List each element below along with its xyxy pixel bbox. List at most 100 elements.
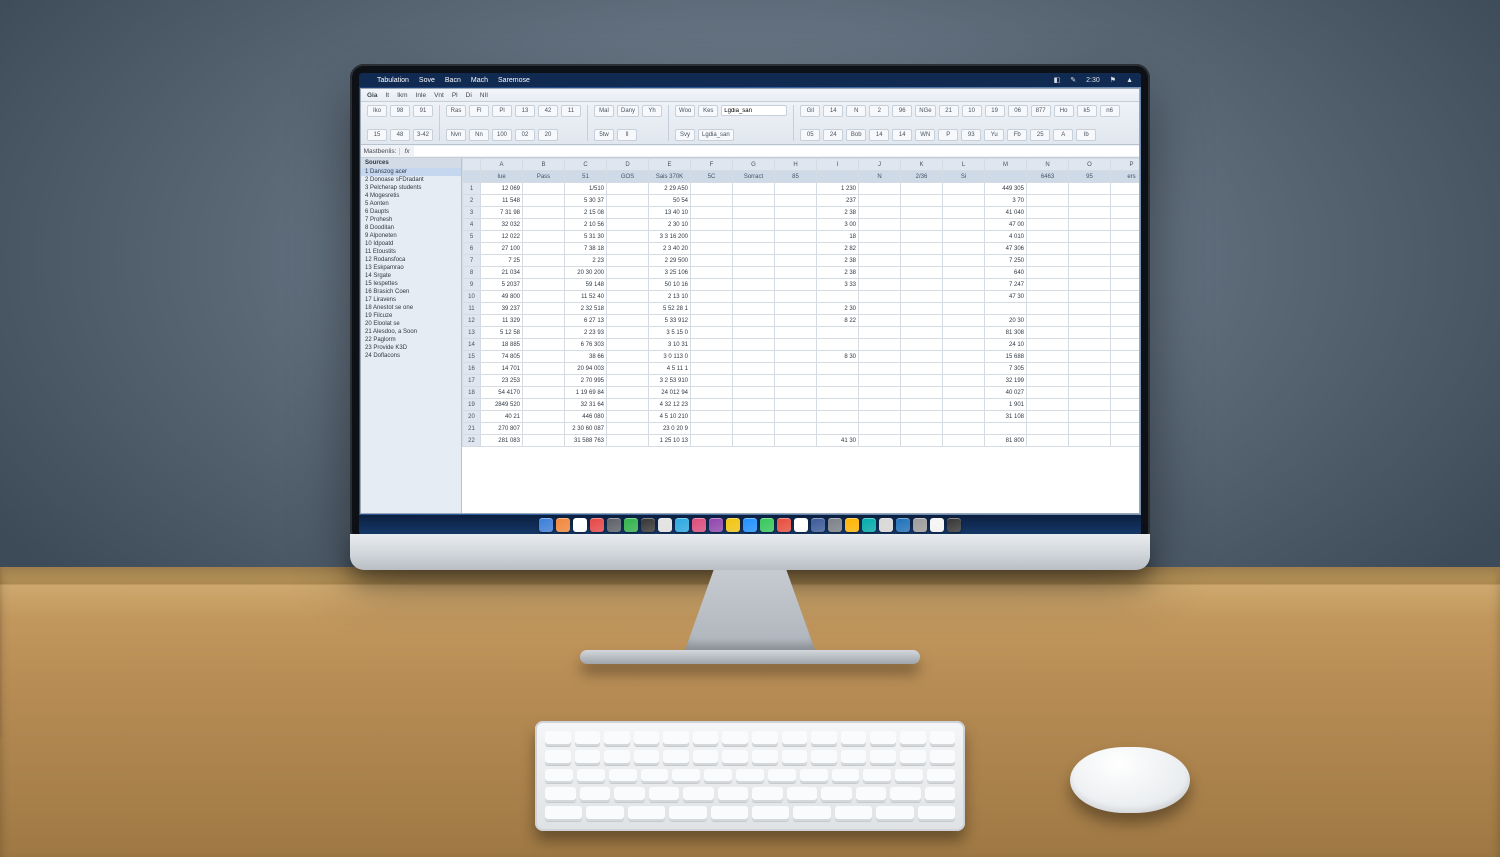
cell[interactable] — [1069, 327, 1111, 339]
ribbon-button[interactable]: Il — [617, 129, 637, 141]
cell[interactable] — [1069, 423, 1111, 435]
row-header[interactable]: 13 — [463, 327, 481, 339]
cell[interactable] — [607, 387, 649, 399]
navigator-item[interactable]: 7 Prohesh — [361, 216, 461, 224]
cell[interactable] — [943, 267, 985, 279]
cell[interactable]: 31 588 763 — [565, 435, 607, 447]
cell[interactable] — [859, 387, 901, 399]
cell[interactable] — [775, 339, 817, 351]
cell[interactable] — [523, 399, 565, 411]
cell[interactable] — [901, 351, 943, 363]
cell[interactable] — [1069, 267, 1111, 279]
row-header[interactable]: 7 — [463, 255, 481, 267]
ribbon-button[interactable]: 11 — [561, 105, 581, 117]
row-header[interactable]: 2 — [463, 195, 481, 207]
ribbon-button[interactable]: Yu — [984, 129, 1004, 141]
cell[interactable] — [691, 435, 733, 447]
cell[interactable] — [859, 303, 901, 315]
cell[interactable]: 2 13 10 — [649, 291, 691, 303]
cell[interactable] — [901, 423, 943, 435]
row-header[interactable]: 11 — [463, 303, 481, 315]
cell[interactable] — [691, 351, 733, 363]
cell[interactable] — [775, 291, 817, 303]
cell[interactable]: 50 54 — [649, 195, 691, 207]
ribbon-button[interactable]: 877 — [1031, 105, 1051, 117]
cell[interactable] — [523, 339, 565, 351]
navigator-item[interactable]: 11 Etoustits — [361, 248, 461, 256]
cell[interactable] — [775, 255, 817, 267]
cell[interactable]: 4 010 — [985, 231, 1027, 243]
cell[interactable] — [775, 375, 817, 387]
cell[interactable] — [859, 255, 901, 267]
cell[interactable] — [775, 351, 817, 363]
ribbon-button[interactable]: 06 — [1008, 105, 1028, 117]
cell[interactable] — [859, 327, 901, 339]
cell[interactable] — [1027, 411, 1069, 423]
cell[interactable] — [859, 291, 901, 303]
cell[interactable]: 14 701 — [481, 363, 523, 375]
data-header-cell[interactable]: 2/36 — [901, 171, 943, 183]
cell[interactable] — [691, 231, 733, 243]
ribbon-button[interactable]: 14 — [823, 105, 843, 117]
cell[interactable] — [523, 327, 565, 339]
cell[interactable]: 18 885 — [481, 339, 523, 351]
cell[interactable] — [1027, 207, 1069, 219]
ribbon-button[interactable]: 14 — [869, 129, 889, 141]
ribbon-tab[interactable]: It — [385, 92, 389, 99]
cell[interactable]: 40 21 — [481, 411, 523, 423]
ribbon-button[interactable]: 24 — [823, 129, 843, 141]
cell[interactable] — [691, 219, 733, 231]
cell[interactable]: 23 0 20 9 — [649, 423, 691, 435]
cell[interactable]: 8 30 — [817, 351, 859, 363]
dock-app-icon[interactable] — [726, 518, 740, 532]
cell[interactable] — [523, 435, 565, 447]
cell[interactable] — [691, 303, 733, 315]
cell[interactable]: 5 2037 — [481, 279, 523, 291]
cell[interactable] — [775, 411, 817, 423]
cell[interactable] — [901, 435, 943, 447]
cell[interactable]: 18 — [817, 231, 859, 243]
ribbon-button[interactable]: Dany — [617, 105, 639, 117]
dock-app-icon[interactable] — [692, 518, 706, 532]
cell[interactable] — [1111, 183, 1140, 195]
cell[interactable]: 2 30 — [817, 303, 859, 315]
cell[interactable] — [523, 423, 565, 435]
cell[interactable]: 21 034 — [481, 267, 523, 279]
ribbon-button[interactable]: 19 — [985, 105, 1005, 117]
cell[interactable] — [943, 339, 985, 351]
cell[interactable]: 2 23 93 — [565, 327, 607, 339]
cell[interactable] — [1111, 363, 1140, 375]
navigator-item[interactable]: 12 Rodansfoca — [361, 256, 461, 264]
data-header-cell[interactable]: Iue — [481, 171, 523, 183]
cell[interactable] — [1027, 399, 1069, 411]
data-header-cell[interactable]: GOS — [607, 171, 649, 183]
cell[interactable] — [943, 327, 985, 339]
cell[interactable] — [523, 411, 565, 423]
cell[interactable] — [523, 219, 565, 231]
ribbon-button[interactable]: 42 — [538, 105, 558, 117]
cell[interactable] — [1027, 219, 1069, 231]
row-header[interactable]: 9 — [463, 279, 481, 291]
cell[interactable] — [1027, 435, 1069, 447]
cell[interactable] — [523, 291, 565, 303]
cell[interactable]: 281 083 — [481, 435, 523, 447]
row-header[interactable]: 18 — [463, 387, 481, 399]
dock-app-icon[interactable] — [811, 518, 825, 532]
cell[interactable] — [775, 387, 817, 399]
cell[interactable] — [691, 267, 733, 279]
cell[interactable] — [1111, 291, 1140, 303]
cell[interactable] — [859, 375, 901, 387]
column-header[interactable]: K — [901, 159, 943, 171]
cell[interactable] — [817, 411, 859, 423]
cell[interactable] — [1027, 291, 1069, 303]
row-header[interactable]: 19 — [463, 399, 481, 411]
cell[interactable] — [1027, 423, 1069, 435]
cell[interactable] — [733, 231, 775, 243]
data-header-cell[interactable]: Si — [943, 171, 985, 183]
navigator-item[interactable]: 2 Donoase sFDradant — [361, 176, 461, 184]
cell[interactable]: 3 00 — [817, 219, 859, 231]
cell[interactable] — [775, 327, 817, 339]
dock-app-icon[interactable] — [913, 518, 927, 532]
column-header[interactable]: C — [565, 159, 607, 171]
cell[interactable]: 7 247 — [985, 279, 1027, 291]
